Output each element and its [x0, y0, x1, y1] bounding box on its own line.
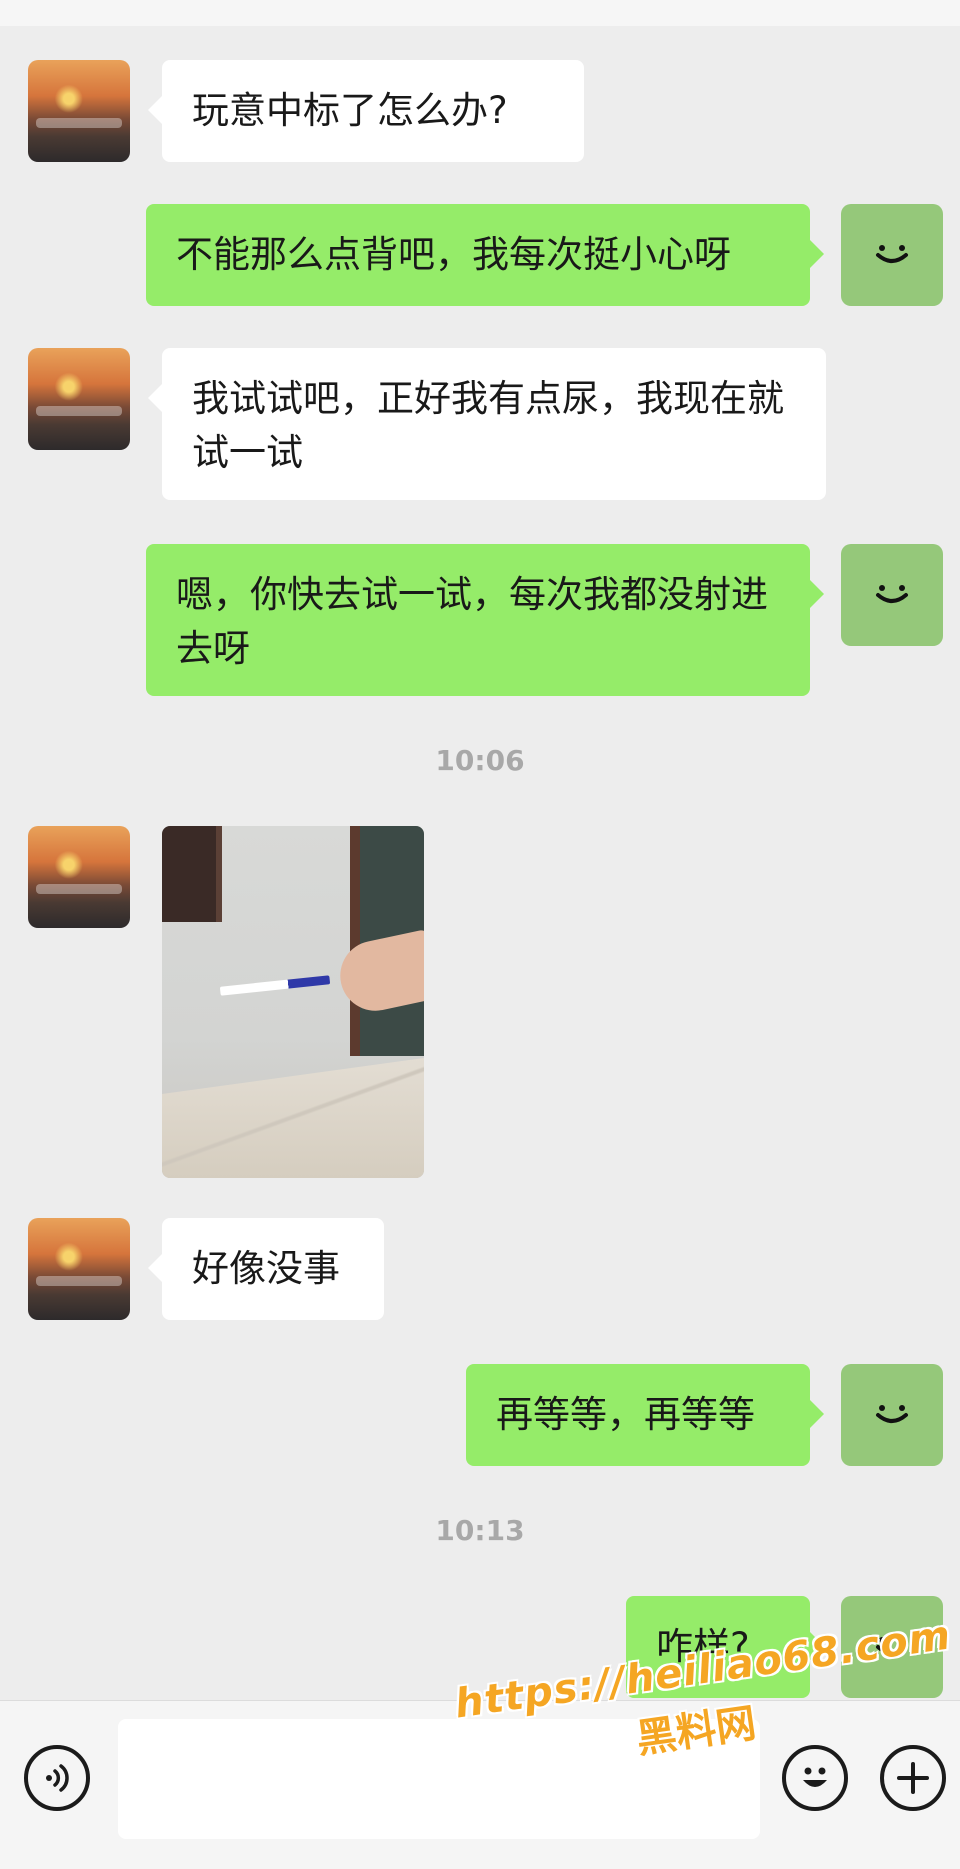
voice-icon[interactable]: [24, 1745, 90, 1811]
image-message[interactable]: [162, 826, 424, 1178]
message-bubble-received[interactable]: 我试试吧，正好我有点尿，我现在就试一试: [148, 348, 826, 500]
message-text: 我试试吧，正好我有点尿，我现在就试一试: [192, 377, 784, 474]
message-bubble-sent[interactable]: 再等等，再等等: [466, 1364, 824, 1466]
smiley-avatar-icon: [841, 204, 943, 306]
message-text: 咋样?: [656, 1625, 750, 1668]
smiley-avatar-icon: [841, 1596, 943, 1698]
message-bubble-received[interactable]: 好像没事: [148, 1218, 384, 1320]
emoji-icon[interactable]: [782, 1745, 848, 1811]
contact-avatar[interactable]: [28, 826, 130, 928]
self-avatar[interactable]: [841, 544, 943, 646]
message-text: 再等等，再等等: [496, 1393, 755, 1436]
smiley-avatar-icon: [841, 544, 943, 646]
self-avatar[interactable]: [841, 204, 943, 306]
contact-avatar[interactable]: [28, 1218, 130, 1320]
message-bubble-sent[interactable]: 嗯，你快去试一试，每次我都没射进去呀: [146, 544, 824, 696]
timestamp: 10:13: [435, 1514, 525, 1547]
timestamp: 10:06: [435, 744, 525, 777]
message-text: 好像没事: [192, 1247, 340, 1290]
contact-avatar[interactable]: [28, 60, 130, 162]
self-avatar[interactable]: [841, 1596, 943, 1698]
message-bubble-sent[interactable]: 不能那么点背吧，我每次挺小心呀: [146, 204, 824, 306]
plus-icon[interactable]: [880, 1745, 946, 1811]
message-text: 嗯，你快去试一试，每次我都没射进去呀: [176, 573, 768, 670]
input-bar: [0, 1700, 960, 1869]
top-bar: [0, 0, 960, 26]
self-avatar[interactable]: [841, 1364, 943, 1466]
contact-avatar[interactable]: [28, 348, 130, 450]
message-input[interactable]: [118, 1719, 760, 1839]
message-text: 不能那么点背吧，我每次挺小心呀: [176, 233, 731, 276]
message-bubble-received[interactable]: 玩意中标了怎么办?: [148, 60, 584, 162]
message-bubble-sent[interactable]: 咋样?: [626, 1596, 824, 1698]
message-text: 玩意中标了怎么办?: [192, 89, 508, 132]
smiley-avatar-icon: [841, 1364, 943, 1466]
